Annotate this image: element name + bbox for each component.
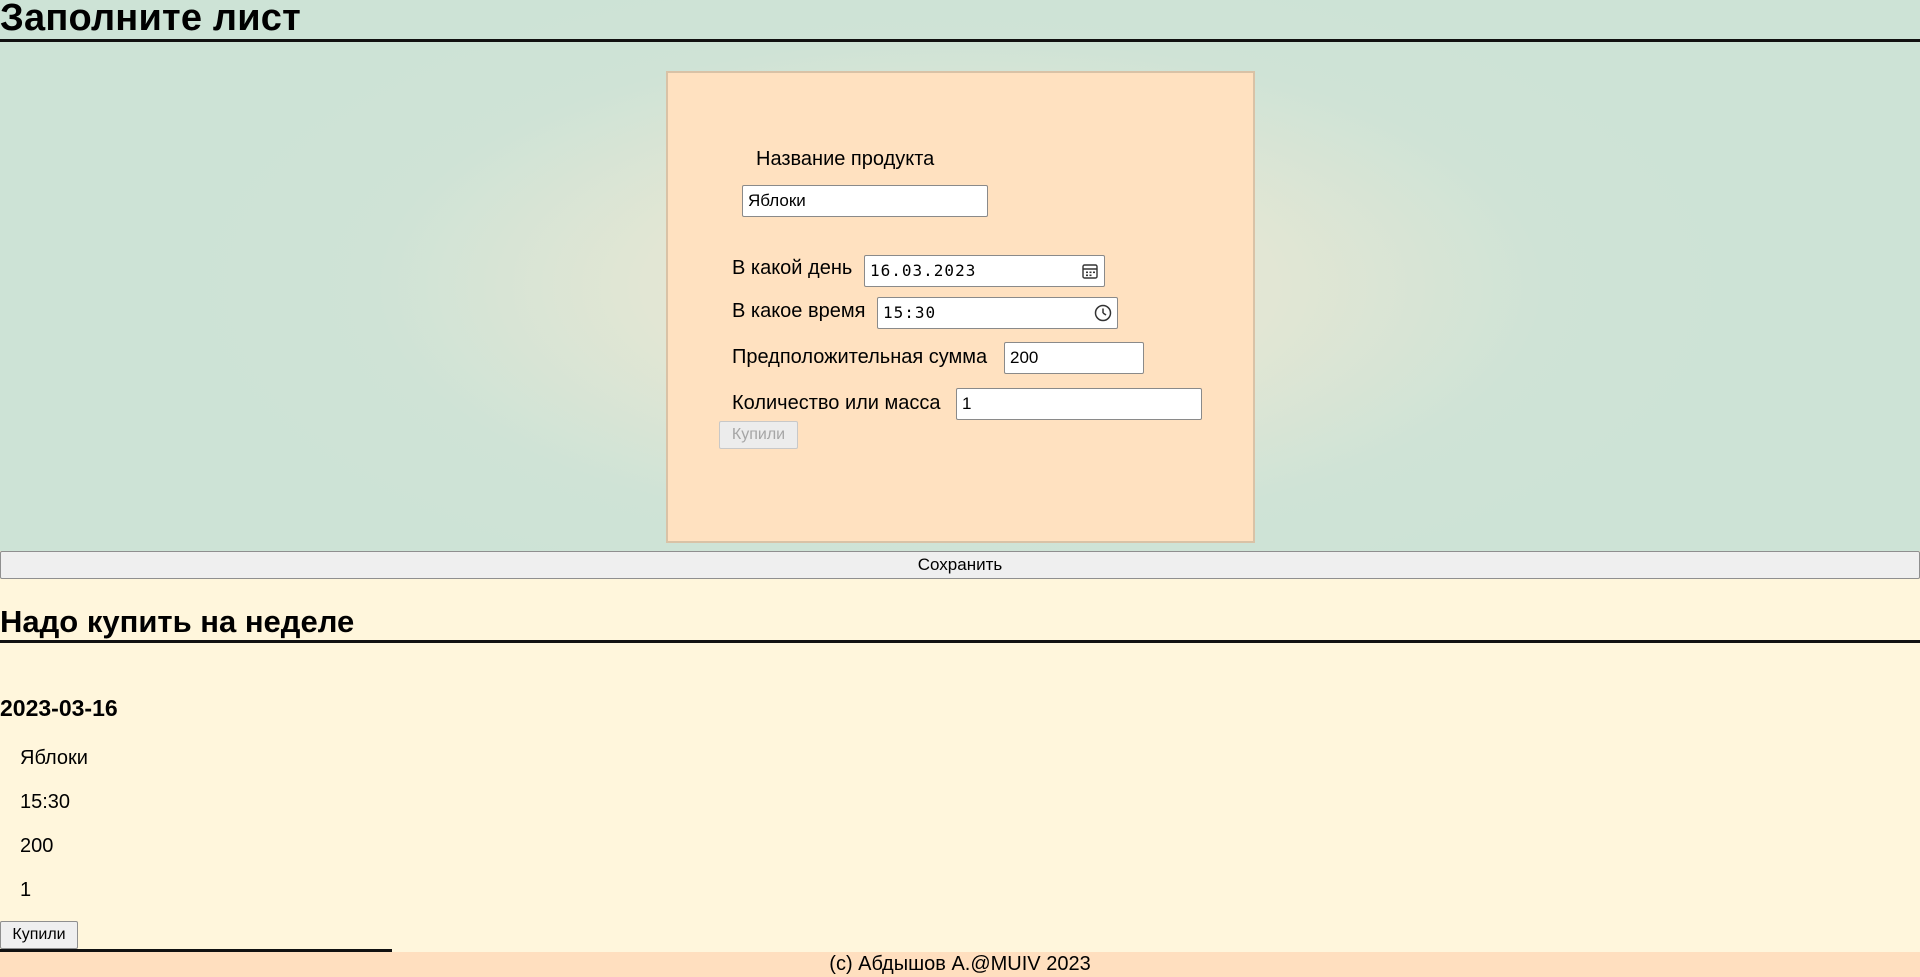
day-label: В какой день [732, 257, 853, 279]
item-product: Яблоки [20, 747, 88, 769]
item-time: 15:30 [20, 791, 71, 813]
sum-label: Предположительная сумма [732, 346, 988, 368]
item-quantity: 1 [20, 879, 32, 901]
footer: (c) Абдышов А.@MUIV 2023 [0, 952, 1920, 977]
page-title: Заполните лист [0, 0, 301, 39]
date-value: 16.03.2023 [870, 261, 977, 280]
quantity-label: Количество или масса [732, 392, 941, 414]
time-label: В какое время [732, 300, 866, 322]
form-section: Заполните лист Название продукта Яблоки … [0, 0, 1920, 551]
bought-button-disabled[interactable]: Купили [719, 421, 798, 449]
clock-icon[interactable] [1094, 304, 1112, 322]
title-divider [0, 39, 1920, 42]
week-title-divider [0, 640, 1920, 643]
date-input[interactable]: 16.03.2023 [864, 255, 1105, 287]
time-input[interactable]: 15:30 [877, 297, 1118, 329]
quantity-input[interactable]: 1 [956, 388, 1202, 420]
time-value: 15:30 [883, 303, 937, 322]
product-name-label: Название продукта [756, 148, 935, 170]
product-name-input[interactable]: Яблоки [742, 185, 988, 217]
save-button[interactable]: Сохранить [0, 551, 1920, 579]
sum-input[interactable]: 200 [1004, 342, 1144, 374]
week-list-title: Надо купить на неделе [0, 604, 355, 639]
bought-button[interactable]: Купили [0, 921, 78, 949]
item-sum: 200 [20, 835, 54, 857]
calendar-icon[interactable] [1081, 262, 1099, 280]
day-date-heading: 2023-03-16 [0, 695, 118, 721]
